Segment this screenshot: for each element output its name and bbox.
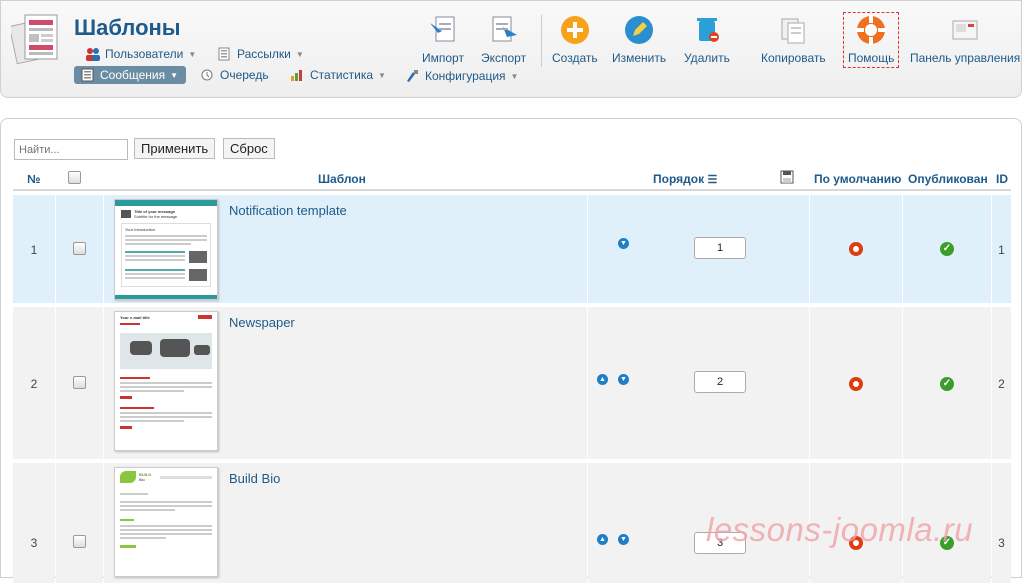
nav-mailings[interactable]: Рассылки ▼ <box>217 47 304 61</box>
nav-config-label: Конфигурация <box>425 69 506 83</box>
column-order-label: Порядок <box>653 172 705 186</box>
nav-queue-label: Очередь <box>220 68 269 82</box>
order-input[interactable]: 1 <box>694 237 746 259</box>
config-icon <box>407 70 418 82</box>
messages-icon <box>81 68 94 82</box>
apply-button[interactable]: Применить <box>134 138 216 159</box>
not-default-icon[interactable] <box>849 377 863 391</box>
delete-label: Удалить <box>684 51 730 65</box>
row-id: 2 <box>998 377 1005 391</box>
export-label: Экспорт <box>481 51 527 65</box>
row-checkbox[interactable] <box>73 242 86 258</box>
reset-button[interactable]: Сброс <box>223 138 275 159</box>
select-all-checkbox[interactable] <box>68 171 81 187</box>
template-thumbnail[interactable]: Title of your message Subtitle for the me… <box>114 199 218 300</box>
row-id: 3 <box>998 536 1005 550</box>
thumb-subheading: Bio <box>139 477 145 482</box>
import-icon <box>429 16 455 42</box>
column-num: № <box>27 172 41 186</box>
nav-users-label: Пользователи <box>105 47 184 61</box>
pencil-icon <box>625 16 654 44</box>
move-up-icon[interactable]: ▲ <box>597 374 608 385</box>
template-thumbnail[interactable]: Your e-mail title <box>114 311 218 451</box>
edit-button[interactable]: Изменить <box>612 13 666 65</box>
move-down-icon[interactable]: ▼ <box>618 534 629 545</box>
row-id: 1 <box>998 243 1005 257</box>
move-down-icon[interactable]: ▼ <box>618 374 629 385</box>
thumb-heading: Your e-mail title <box>120 315 150 320</box>
page-title: Шаблоны <box>74 15 181 40</box>
column-id[interactable]: ID <box>996 172 1008 186</box>
row-number: 2 <box>30 377 38 391</box>
save-order-icon[interactable] <box>780 170 794 184</box>
column-order[interactable]: Порядок ☰ <box>653 172 717 186</box>
table-row[interactable]: 2 Your e-mail title Newspaper ▲ ▼ 2 ✓ 2 <box>13 307 1011 459</box>
not-default-icon[interactable] <box>849 242 863 256</box>
column-default[interactable]: По умолчанию <box>814 172 901 186</box>
control-panel-icon <box>952 20 978 40</box>
move-up-icon[interactable]: ▲ <box>597 534 608 545</box>
chevron-down-icon: ▼ <box>378 70 386 80</box>
column-published[interactable]: Опубликован <box>908 172 988 186</box>
delete-button[interactable]: Удалить <box>684 13 730 65</box>
copy-label: Копировать <box>761 51 826 65</box>
template-name-link[interactable]: Notification template <box>229 203 347 218</box>
row-number: 1 <box>30 243 38 257</box>
template-name-link[interactable]: Build Bio <box>229 471 280 486</box>
templates-logo-icon <box>11 14 58 65</box>
nav-mailings-label: Рассылки <box>237 47 291 61</box>
users-icon <box>86 48 100 61</box>
published-check-icon[interactable]: ✓ <box>940 377 954 391</box>
nav-statistics-label: Статистика <box>310 68 374 82</box>
import-button[interactable]: Импорт <box>422 13 464 65</box>
trash-icon <box>696 18 719 42</box>
copy-icon <box>781 18 805 44</box>
watermark-text: lessons-joomla.ru <box>706 511 974 548</box>
control-panel-label: Панель управления <box>910 51 1021 65</box>
export-icon <box>492 16 517 42</box>
queue-icon <box>201 69 213 81</box>
main-panel: Применить Сброс № Шаблон Порядок ☰ По ум… <box>0 118 1022 583</box>
nav-statistics[interactable]: Статистика ▼ <box>290 68 386 82</box>
create-label: Создать <box>552 51 598 65</box>
sort-icon: ☰ <box>707 174 718 186</box>
import-label: Импорт <box>422 51 464 65</box>
control-panel-button[interactable]: Панель управления <box>910 13 1020 65</box>
copy-button[interactable]: Копировать <box>761 13 826 65</box>
template-thumbnail[interactable]: BUILD Bio <box>114 467 218 577</box>
thumb-section: Your Introduction <box>125 227 156 232</box>
edit-label: Изменить <box>612 51 667 65</box>
chevron-down-icon: ▼ <box>510 71 519 81</box>
create-button[interactable]: Создать <box>552 13 598 65</box>
nav-messages[interactable]: Сообщения ▼ <box>74 66 187 84</box>
help-button[interactable]: Помощь <box>843 12 900 68</box>
search-input[interactable] <box>14 139 128 160</box>
column-template[interactable]: Шаблон <box>318 172 366 186</box>
header-panel: Шаблоны Пользователи ▼ Рассылки ▼ Сообще… <box>0 0 1022 98</box>
row-number: 3 <box>30 536 38 550</box>
row-checkbox[interactable] <box>73 376 86 392</box>
template-name-link[interactable]: Newspaper <box>229 315 295 330</box>
move-down-icon[interactable]: ▼ <box>618 238 629 249</box>
plus-icon <box>560 16 589 44</box>
nav-users[interactable]: Пользователи ▼ <box>85 47 196 61</box>
nav-config[interactable]: Конфигурация ▼ <box>405 69 518 83</box>
row-checkbox[interactable] <box>73 535 86 551</box>
toolbar-divider <box>541 15 542 67</box>
chevron-down-icon: ▼ <box>295 49 304 59</box>
chevron-down-icon: ▼ <box>188 49 197 59</box>
published-check-icon[interactable]: ✓ <box>940 242 954 256</box>
order-input[interactable]: 2 <box>694 371 746 393</box>
nav-messages-label: Сообщения <box>100 68 166 82</box>
table-header: № Шаблон Порядок ☰ По умолчанию Опублико… <box>13 165 1011 191</box>
nav-queue[interactable]: Очередь <box>200 68 269 82</box>
statistics-icon <box>291 70 302 81</box>
lifebuoy-icon <box>856 15 887 45</box>
help-label: Помощь <box>848 51 895 65</box>
thumb-subheading: Subtitle for the message <box>134 214 178 219</box>
mailings-icon <box>218 47 230 61</box>
table-row[interactable]: 1 Title of your message Subtitle for the … <box>13 195 1011 303</box>
export-button[interactable]: Экспорт <box>481 13 526 65</box>
chevron-down-icon: ▼ <box>170 70 179 80</box>
